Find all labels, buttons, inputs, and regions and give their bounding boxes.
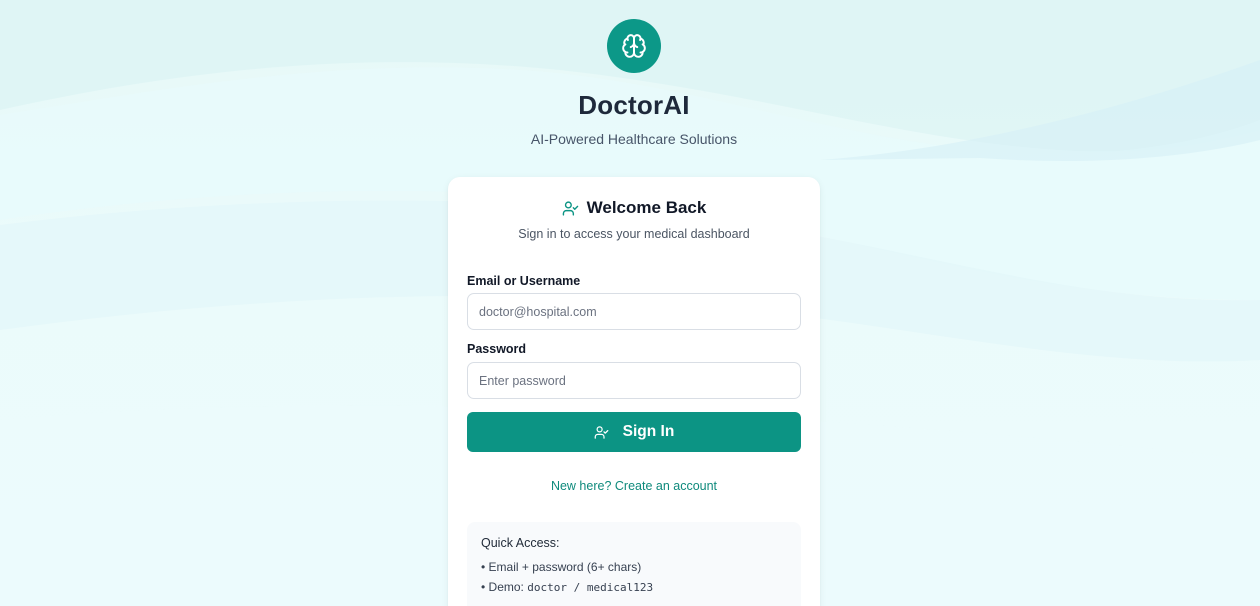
login-card: Welcome Back Sign in to access your medi… — [448, 177, 820, 606]
demo-prefix: Demo: — [488, 580, 524, 594]
password-label: Password — [467, 342, 527, 356]
brain-icon — [622, 34, 646, 58]
user-check-icon — [594, 425, 609, 439]
app-logo — [607, 19, 661, 73]
demo-credentials: doctor / medical123 — [527, 581, 654, 594]
app-subtitle: AI-Powered Healthcare Solutions — [530, 131, 738, 147]
quick-access-item-text: Email + password (6+ chars) — [488, 560, 642, 574]
email-input[interactable] — [467, 293, 801, 330]
login-title: Welcome Back — [586, 198, 707, 217]
app-title: DoctorAI — [578, 90, 690, 120]
password-input[interactable] — [467, 362, 801, 399]
login-subtitle: Sign in to access your medical dashboard — [518, 227, 750, 241]
email-label: Email or Username — [467, 274, 581, 288]
quick-access-item: • Email + password (6+ chars) — [481, 560, 641, 574]
quick-access-demo: • Demo: doctor / medical123 — [481, 580, 653, 594]
login-header: Welcome Back — [448, 198, 820, 218]
sign-in-label: Sign In — [622, 423, 675, 440]
quick-access-box: Quick Access: • Email + password (6+ cha… — [467, 522, 801, 606]
bullet: • — [481, 580, 486, 594]
create-account-link[interactable]: New here? Create an account — [448, 479, 820, 493]
bullet: • — [481, 560, 486, 574]
quick-access-title: Quick Access: — [481, 536, 560, 550]
sign-in-button[interactable]: Sign In — [467, 412, 801, 452]
user-check-icon — [562, 200, 578, 216]
